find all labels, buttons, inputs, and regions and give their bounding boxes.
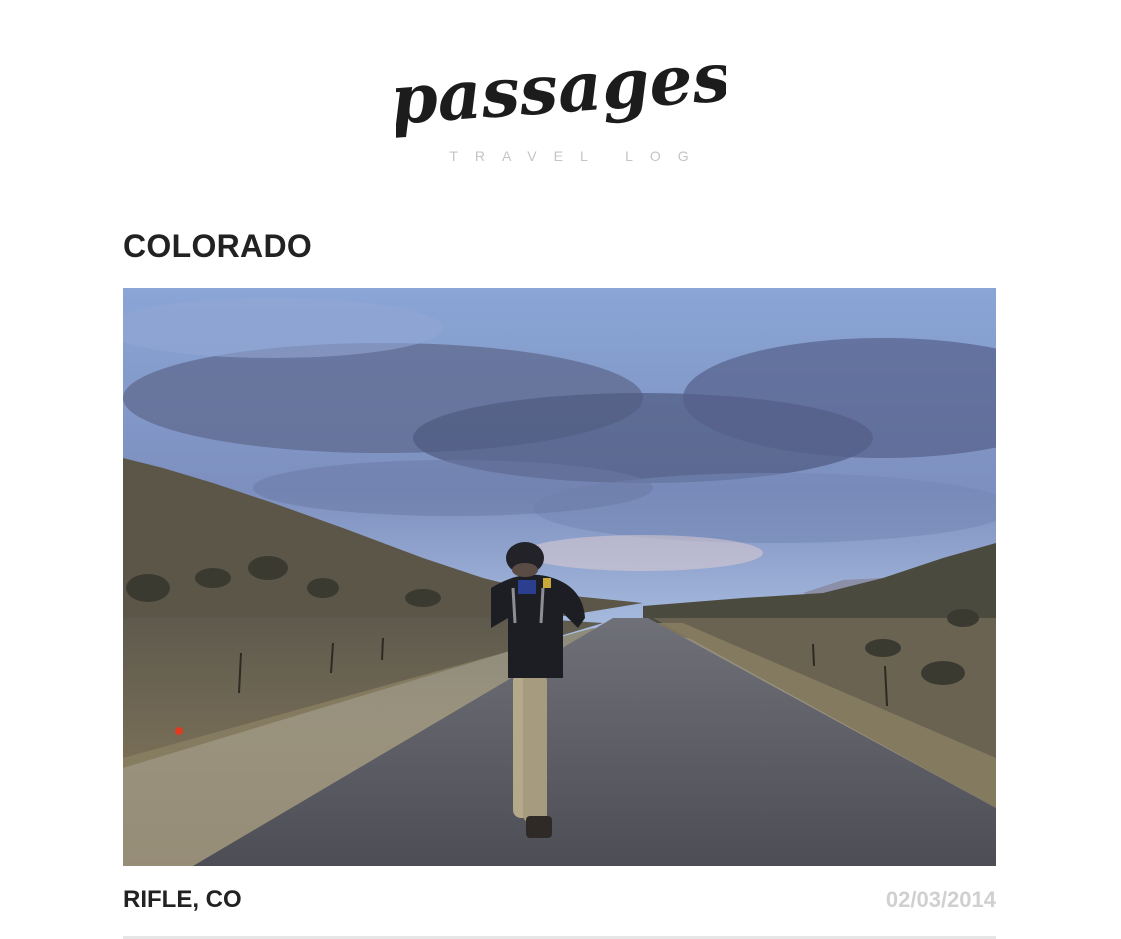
post-body-text-edge bbox=[123, 936, 996, 939]
page: passages TRAVEL LOG COLORADO RIFLE, CO 0… bbox=[0, 0, 1121, 939]
post-title[interactable]: RIFLE, CO bbox=[123, 886, 242, 914]
logo-text: passages bbox=[396, 40, 726, 141]
post-photo[interactable] bbox=[123, 288, 996, 866]
section-title: COLORADO bbox=[123, 228, 313, 264]
red-flower bbox=[175, 727, 183, 735]
post-date: 02/03/2014 bbox=[885, 887, 996, 912]
site-tagline: TRAVEL LOG bbox=[449, 148, 706, 164]
site-logo[interactable]: passages bbox=[396, 40, 726, 150]
masthead: passages bbox=[0, 40, 1121, 150]
